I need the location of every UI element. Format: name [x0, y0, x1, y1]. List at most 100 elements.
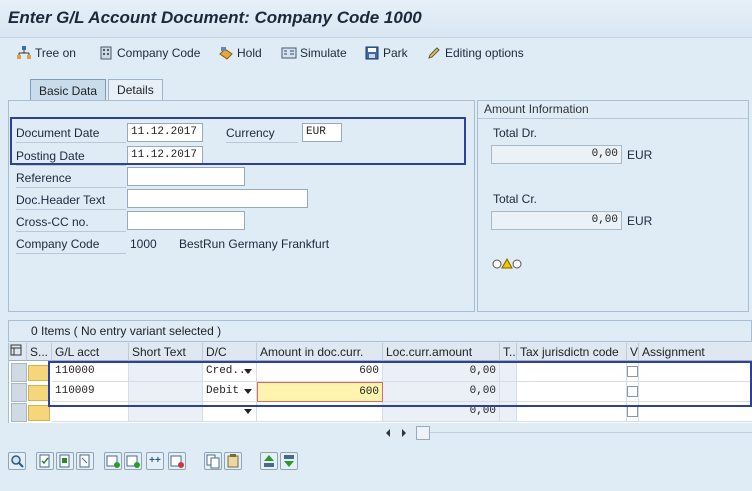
column-header-amount-doc-curr[interactable]: Amount in doc.curr. — [257, 343, 383, 361]
gl-acct-cell[interactable]: 110000 — [52, 362, 129, 382]
chevron-down-icon[interactable] — [244, 389, 252, 394]
total-dr-currency: EUR — [627, 148, 653, 162]
tax-jurisdiction-cell[interactable] — [517, 362, 627, 382]
insert-row-icon — [106, 455, 120, 468]
column-header-gl-acct[interactable]: G/L acct — [52, 343, 129, 361]
plus-plus-icon: ++ — [149, 455, 161, 466]
checkbox[interactable] — [627, 406, 638, 417]
park-label: Park — [383, 46, 408, 60]
insert-row-button[interactable] — [104, 452, 122, 470]
column-header-short-text[interactable]: Short Text — [129, 343, 203, 361]
sort-descending-icon — [284, 455, 294, 467]
tab-basic-data[interactable]: Basic Data — [30, 79, 107, 101]
dc-select-cell[interactable]: Debit — [203, 382, 257, 402]
assignment-cell[interactable] — [639, 362, 752, 382]
page-title: Enter G/L Account Document: Company Code… — [8, 8, 422, 27]
deselect-all-button[interactable] — [76, 452, 94, 470]
sort-ascending-button[interactable] — [260, 452, 278, 470]
loc-amount-cell: 0,00 — [383, 402, 500, 422]
tax-cell — [500, 362, 517, 382]
line-items-table: S... G/L acct Short Text D/C Amount in d… — [8, 343, 752, 423]
items-summary-text: 0 Items ( No entry variant selected ) — [31, 324, 222, 338]
deselect-icon — [79, 454, 90, 468]
select-all-icon — [39, 454, 50, 468]
posting-date-label: Posting Date — [16, 149, 126, 166]
v-cell — [627, 382, 639, 402]
column-header-tax[interactable]: T.. — [500, 343, 517, 361]
editing-options-button[interactable]: Editing options — [426, 43, 524, 63]
dc-select-cell[interactable] — [203, 402, 257, 422]
short-text-cell — [129, 402, 203, 422]
scroll-left-icon[interactable] — [384, 428, 392, 438]
tab-details[interactable]: Details — [108, 79, 163, 100]
select-block-icon — [59, 454, 70, 468]
short-text-cell — [129, 382, 203, 402]
simulate-icon — [281, 47, 297, 59]
cross-cc-field[interactable] — [127, 211, 245, 230]
scroll-thumb[interactable] — [416, 426, 430, 440]
assignment-cell[interactable] — [639, 382, 752, 402]
row-selector[interactable] — [11, 363, 27, 382]
gl-acct-cell[interactable] — [52, 402, 129, 422]
basic-data-panel: Document Date 11.12.2017 Currency EUR Po… — [8, 100, 475, 312]
amount-cell[interactable] — [257, 402, 383, 422]
select-all-header[interactable] — [9, 343, 27, 361]
checkbox[interactable] — [627, 366, 638, 377]
table-settings-icon — [10, 344, 22, 356]
paste-button[interactable] — [224, 452, 242, 470]
company-code-button[interactable]: Company Code — [98, 43, 200, 63]
tax-cell — [500, 382, 517, 402]
append-row-button[interactable] — [124, 452, 142, 470]
company-code-label: Company Code — [117, 46, 201, 60]
select-all-button[interactable] — [36, 452, 54, 470]
checkbox[interactable] — [627, 386, 638, 397]
select-block-button[interactable] — [56, 452, 74, 470]
amount-cell-focused[interactable]: 600 — [257, 382, 383, 402]
delete-row-button[interactable] — [168, 452, 186, 470]
tree-icon — [17, 46, 31, 59]
column-header-tax-jurisdiction[interactable]: Tax jurisdictn code — [517, 343, 627, 361]
posting-date-field[interactable]: 11.12.2017 — [127, 146, 203, 165]
row-selector[interactable] — [11, 403, 27, 422]
sort-descending-button[interactable] — [280, 452, 298, 470]
total-cr-label: Total Cr. — [493, 192, 538, 206]
scroll-right-icon[interactable] — [400, 428, 408, 438]
column-header-dc[interactable]: D/C — [203, 343, 257, 361]
horizontal-scrollbar[interactable] — [380, 426, 752, 440]
gl-acct-cell[interactable]: 110009 — [52, 382, 129, 402]
tax-jurisdiction-cell[interactable] — [517, 382, 627, 402]
details-button[interactable] — [8, 452, 26, 470]
chevron-down-icon[interactable] — [244, 409, 252, 414]
reference-field[interactable] — [127, 167, 245, 186]
magnifier-icon — [11, 455, 24, 468]
tax-jurisdiction-cell[interactable] — [517, 402, 627, 422]
doc-header-text-field[interactable] — [127, 189, 308, 208]
park-button[interactable]: Park — [364, 43, 408, 63]
currency-field[interactable]: EUR — [302, 123, 342, 142]
chevron-down-icon[interactable] — [244, 369, 252, 374]
building-icon — [100, 46, 112, 60]
copy-row-button[interactable]: ++ — [146, 452, 164, 470]
column-header-loc-curr-amount[interactable]: Loc.curr.amount — [383, 343, 500, 361]
company-code-field-label: Company Code — [16, 237, 126, 254]
row-selector[interactable] — [11, 383, 27, 402]
tree-on-button[interactable]: Tree on — [16, 43, 76, 63]
assignment-cell[interactable] — [639, 402, 752, 422]
total-dr-value: 0,00 — [491, 145, 622, 164]
column-header-v[interactable]: V — [627, 343, 639, 361]
amount-cell[interactable]: 600 — [257, 362, 383, 382]
column-header-status[interactable]: S... — [27, 343, 52, 361]
row-status-icon — [28, 365, 50, 381]
document-date-field[interactable]: 11.12.2017 — [127, 123, 203, 142]
dc-value: Debit — [206, 385, 240, 397]
dc-select-cell[interactable]: Cred... — [203, 362, 257, 382]
column-header-assignment[interactable]: Assignment — [639, 343, 752, 361]
tax-cell — [500, 402, 517, 422]
copy-button[interactable] — [204, 452, 222, 470]
tree-on-label: Tree on — [35, 46, 76, 60]
hold-button[interactable]: Hold — [218, 43, 262, 63]
hold-label: Hold — [237, 46, 262, 60]
simulate-button[interactable]: Simulate — [281, 43, 347, 63]
short-text-cell — [129, 362, 203, 382]
reference-label: Reference — [16, 171, 126, 188]
